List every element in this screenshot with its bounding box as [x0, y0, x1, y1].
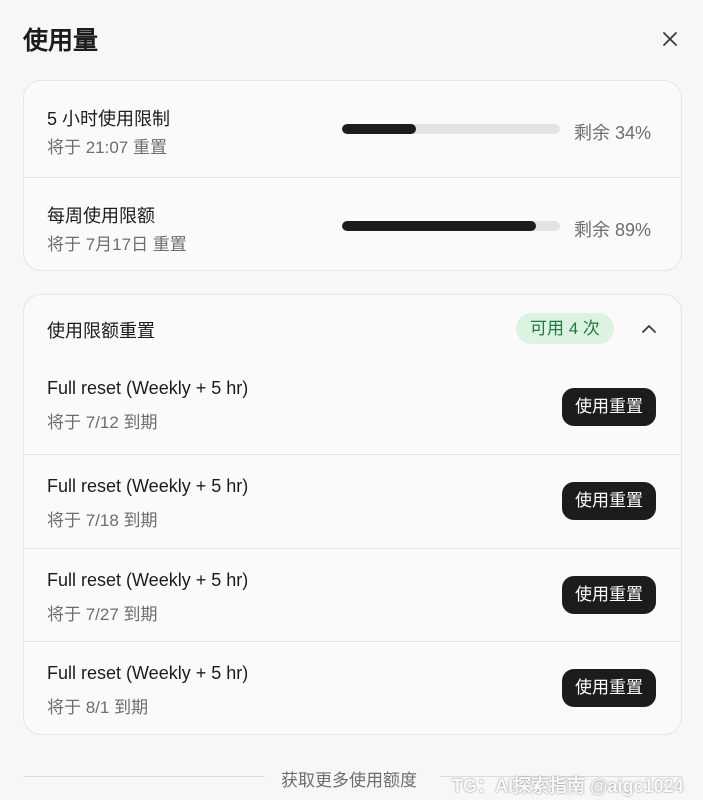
- reset-item-name: Full reset (Weekly + 5 hr): [47, 570, 249, 590]
- limit-remaining: 剩余 34%: [574, 123, 652, 143]
- page-title: 使用量: [23, 27, 99, 55]
- watermark-text: TG：AI探索指南 @aigc1024: [452, 776, 684, 796]
- get-more-usage-link[interactable]: 获取更多使用额度: [281, 766, 417, 791]
- usage-limits-card: 5 小时使用限制 将于 21:07 重置 剩余 34% 每周使用限额 将于 7月…: [23, 80, 682, 271]
- limit-progress-fill: [342, 124, 417, 134]
- limit-reset-time: 将于 21:07 重置: [47, 138, 167, 157]
- chevron-up-icon: [642, 325, 656, 333]
- use-reset-button[interactable]: 使用重置: [562, 576, 656, 614]
- close-button[interactable]: [659, 28, 681, 50]
- reset-item: Full reset (Weekly + 5 hr) 将于 7/18 到期 使用…: [24, 454, 681, 547]
- reset-item-name: Full reset (Weekly + 5 hr): [47, 663, 249, 683]
- reset-item-name: Full reset (Weekly + 5 hr): [47, 378, 249, 398]
- limit-title: 5 小时使用限制: [47, 109, 171, 129]
- usage-resets-card: 使用限额重置 可用 4 次 Full reset (Weekly + 5 hr)…: [23, 294, 682, 735]
- reset-item-expiry: 将于 7/18 到期: [47, 511, 158, 530]
- use-reset-button[interactable]: 使用重置: [562, 388, 656, 426]
- limit-row-5h: 5 小时使用限制 将于 21:07 重置 剩余 34%: [24, 81, 681, 176]
- limit-title: 每周使用限额: [47, 206, 155, 226]
- limit-remaining: 剩余 89%: [574, 220, 652, 240]
- limit-row-weekly: 每周使用限额 将于 7月17日 重置 剩余 89%: [24, 177, 681, 272]
- limit-progress-bar: [342, 221, 560, 231]
- close-icon: [663, 32, 677, 46]
- reset-item-expiry: 将于 7/12 到期: [47, 413, 158, 432]
- reset-item-name: Full reset (Weekly + 5 hr): [47, 476, 249, 496]
- reset-item: Full reset (Weekly + 5 hr) 将于 7/27 到期 使用…: [24, 548, 681, 641]
- reset-item: Full reset (Weekly + 5 hr) 将于 7/12 到期 使用…: [24, 361, 681, 454]
- available-count-badge: 可用 4 次: [516, 313, 614, 344]
- reset-item: Full reset (Weekly + 5 hr) 将于 8/1 到期 使用重…: [24, 641, 681, 734]
- reset-item-expiry: 将于 8/1 到期: [47, 698, 149, 717]
- limit-reset-time: 将于 7月17日 重置: [47, 235, 187, 254]
- limit-progress-bar: [342, 124, 560, 134]
- use-reset-button[interactable]: 使用重置: [562, 482, 656, 520]
- reset-item-expiry: 将于 7/27 到期: [47, 605, 158, 624]
- divider: [23, 776, 265, 777]
- use-reset-button[interactable]: 使用重置: [562, 669, 656, 707]
- resets-section-title: 使用限额重置: [47, 321, 155, 341]
- collapse-toggle[interactable]: [639, 319, 659, 339]
- limit-progress-fill: [342, 221, 537, 231]
